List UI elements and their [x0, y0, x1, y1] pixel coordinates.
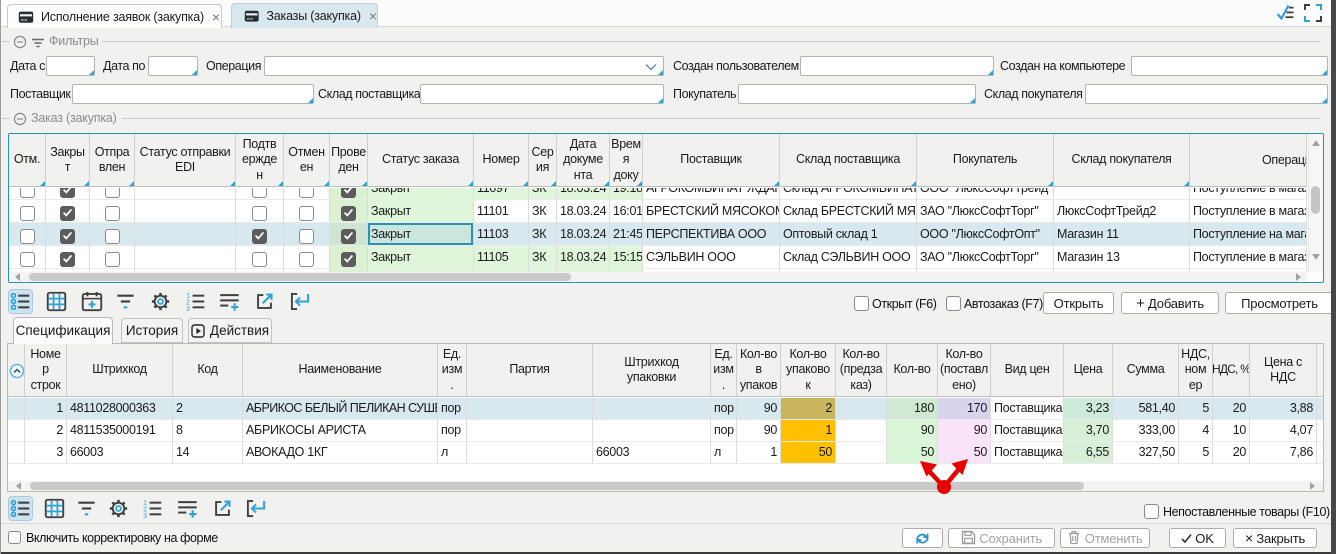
svg-text:3: 3: [143, 513, 147, 519]
svg-text:3: 3: [186, 306, 190, 312]
